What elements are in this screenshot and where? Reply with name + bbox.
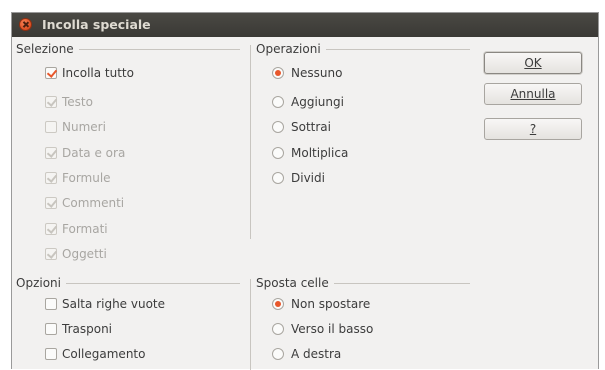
checkbox-label: Data e ora	[62, 146, 126, 160]
checkbox-label: Formule	[62, 171, 111, 185]
checkbox-icon[interactable]	[45, 67, 57, 79]
checkbox-label: Testo	[62, 95, 93, 109]
checkbox-formati: Formati	[45, 220, 108, 238]
radio-icon[interactable]	[272, 348, 284, 360]
radio-icon[interactable]	[272, 147, 284, 159]
checkbox-testo: Testo	[45, 93, 93, 111]
close-icon[interactable]	[19, 18, 32, 31]
radio-label: Nessuno	[291, 66, 343, 80]
checkbox-incolla-tutto[interactable]: Incolla tutto	[45, 64, 134, 82]
section-separator	[250, 279, 251, 370]
selezione-heading: Selezione	[16, 41, 240, 57]
checkbox-icon[interactable]	[45, 298, 57, 310]
annulla-button[interactable]: Annulla	[484, 83, 582, 105]
ok-button[interactable]: OK	[484, 52, 582, 74]
checkbox-trasponi[interactable]: Trasponi	[45, 320, 112, 338]
checkbox-icon	[45, 147, 57, 159]
sposta-celle-heading: Sposta celle	[256, 275, 470, 291]
radio-icon[interactable]	[272, 298, 284, 310]
divider	[78, 48, 240, 50]
radio-aggiungi[interactable]: Aggiungi	[272, 93, 344, 111]
operazioni-heading-text: Operazioni	[256, 42, 321, 56]
radio-icon[interactable]	[272, 323, 284, 335]
radio-label: Non spostare	[291, 297, 371, 311]
checkbox-label: Trasponi	[62, 322, 113, 336]
opzioni-heading: Opzioni	[16, 275, 240, 291]
checkbox-icon	[45, 96, 57, 108]
checkbox-label: Commenti	[62, 196, 125, 210]
checkbox-oggetti: Oggetti	[45, 245, 107, 263]
checkbox-icon[interactable]	[45, 323, 57, 335]
checkbox-collegamento[interactable]: Collegamento	[45, 345, 145, 363]
radio-dividi[interactable]: Dividi	[272, 169, 325, 187]
checkbox-icon	[45, 223, 57, 235]
radio-icon[interactable]	[272, 172, 284, 184]
checkbox-label: Collegamento	[62, 347, 146, 361]
radio-label: Verso il basso	[291, 322, 374, 336]
checkbox-icon	[45, 197, 57, 209]
radio-label: Sottrai	[291, 120, 331, 134]
dialog-title: Incolla speciale	[42, 17, 151, 32]
sposta-celle-heading-text: Sposta celle	[256, 276, 329, 290]
operazioni-heading: Operazioni	[256, 41, 470, 57]
radio-label: Aggiungi	[291, 95, 344, 109]
checkbox-numeri: Numeri	[45, 118, 106, 136]
radio-verso-il-basso[interactable]: Verso il basso	[272, 320, 373, 338]
checkbox-formule: Formule	[45, 169, 111, 187]
section-separator	[250, 45, 251, 239]
divider	[333, 282, 470, 284]
checkbox-commenti: Commenti	[45, 194, 124, 212]
divider	[65, 282, 240, 284]
radio-label: A destra	[291, 347, 342, 361]
checkbox-icon[interactable]	[45, 348, 57, 360]
opzioni-heading-text: Opzioni	[16, 276, 61, 290]
checkbox-icon	[45, 121, 57, 133]
radio-sottrai[interactable]: Sottrai	[272, 118, 331, 136]
radio-nessuno[interactable]: Nessuno	[272, 64, 342, 82]
help-button[interactable]: ?	[484, 118, 582, 140]
checkbox-label: Incolla tutto	[62, 66, 134, 80]
divider	[325, 48, 470, 50]
title-bar: Incolla speciale	[12, 13, 598, 37]
checkbox-label: Formati	[62, 222, 108, 236]
paste-special-dialog: Incolla speciale Selezione Incolla tutto…	[11, 12, 599, 370]
radio-moltiplica[interactable]: Moltiplica	[272, 144, 348, 162]
radio-icon[interactable]	[272, 121, 284, 133]
checkbox-label: Oggetti	[62, 247, 107, 261]
radio-icon[interactable]	[272, 67, 284, 79]
checkbox-icon	[45, 248, 57, 260]
checkbox-salta-righe-vuote[interactable]: Salta righe vuote	[45, 295, 165, 313]
checkbox-label: Salta righe vuote	[62, 297, 166, 311]
radio-icon[interactable]	[272, 96, 284, 108]
checkbox-icon	[45, 172, 57, 184]
radio-label: Moltiplica	[291, 146, 349, 160]
radio-a-destra[interactable]: A destra	[272, 345, 341, 363]
radio-non-spostare[interactable]: Non spostare	[272, 295, 370, 313]
checkbox-data-e-ora: Data e ora	[45, 144, 125, 162]
checkbox-label: Numeri	[62, 120, 106, 134]
radio-label: Dividi	[291, 171, 325, 185]
selezione-heading-text: Selezione	[16, 42, 74, 56]
